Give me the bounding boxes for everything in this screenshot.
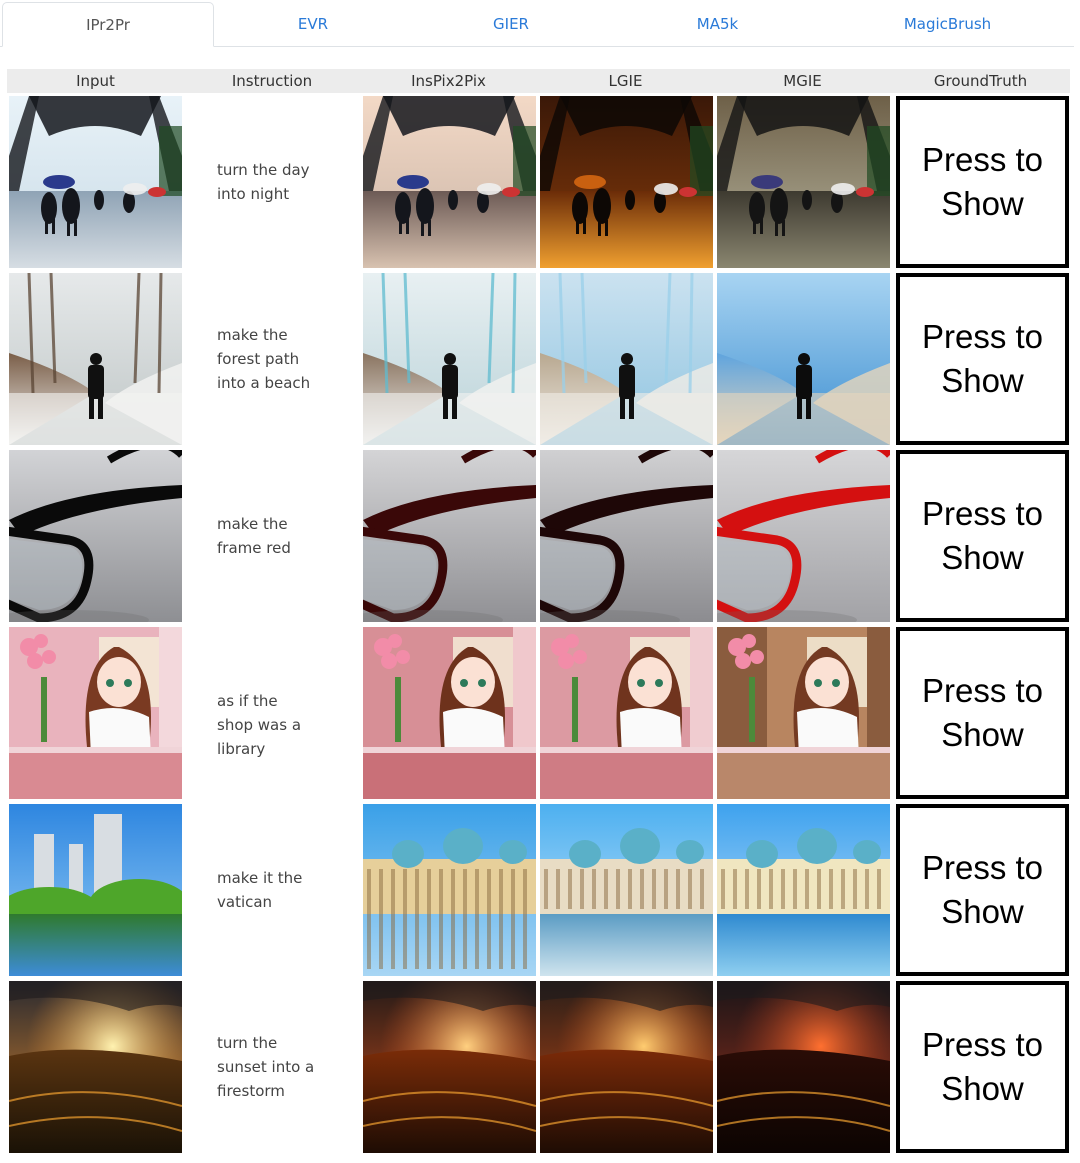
image bbox=[9, 96, 182, 268]
press-to-show-label: Press to Show bbox=[921, 672, 1044, 753]
mgie-result bbox=[717, 627, 890, 799]
instruction-text: make the forest path into a beach bbox=[217, 326, 311, 392]
tab-ipr2pr[interactable]: IPr2Pr bbox=[2, 2, 214, 47]
image bbox=[540, 273, 713, 445]
input-image bbox=[9, 96, 182, 268]
mgie-result bbox=[717, 96, 890, 268]
lgie-result bbox=[540, 450, 713, 622]
input-image bbox=[9, 981, 182, 1153]
input-image bbox=[9, 273, 182, 445]
input-image bbox=[9, 627, 182, 799]
instruction-text: make the frame red bbox=[217, 515, 291, 557]
inspix2pix-result bbox=[363, 450, 536, 622]
press-to-show-button[interactable]: Press to Show bbox=[896, 627, 1069, 799]
press-to-show-button[interactable]: Press to Show bbox=[896, 273, 1069, 445]
input-image bbox=[9, 804, 182, 976]
press-to-show-label: Press to Show bbox=[921, 141, 1044, 222]
tab-gier[interactable]: GIER bbox=[412, 2, 610, 46]
inspix2pix-result bbox=[363, 273, 536, 445]
header-inspix2pix: InsPix2Pix bbox=[411, 72, 486, 90]
image bbox=[9, 627, 182, 799]
header-mgie: MGIE bbox=[783, 72, 822, 90]
header-lgie: LGIE bbox=[608, 72, 643, 90]
instruction-text: make it the vatican bbox=[217, 869, 303, 911]
input-image bbox=[9, 450, 182, 622]
header-instruction: Instruction bbox=[231, 72, 313, 90]
press-to-show-button[interactable]: Press to Show bbox=[896, 96, 1069, 268]
press-to-show-button[interactable]: Press to Show bbox=[896, 981, 1069, 1153]
image bbox=[540, 450, 713, 622]
image bbox=[9, 273, 182, 445]
image bbox=[717, 273, 890, 445]
image bbox=[540, 627, 713, 799]
image bbox=[363, 96, 536, 268]
mgie-result bbox=[717, 450, 890, 622]
press-to-show-button[interactable]: Press to Show bbox=[896, 450, 1069, 622]
image bbox=[9, 450, 182, 622]
image bbox=[363, 627, 536, 799]
press-to-show-label: Press to Show bbox=[921, 318, 1044, 399]
inspix2pix-result bbox=[363, 981, 536, 1153]
header-input: Input bbox=[76, 72, 115, 90]
lgie-result bbox=[540, 804, 713, 976]
press-to-show-button[interactable]: Press to Show bbox=[896, 804, 1069, 976]
image bbox=[363, 804, 536, 976]
image bbox=[363, 981, 536, 1153]
image bbox=[717, 804, 890, 976]
image bbox=[540, 96, 713, 268]
tab-evr[interactable]: EVR bbox=[214, 2, 412, 46]
tab-ma5k[interactable]: MA5k bbox=[610, 2, 825, 46]
image bbox=[9, 981, 182, 1153]
press-to-show-label: Press to Show bbox=[921, 849, 1044, 930]
table-header: Input Instruction InsPix2Pix LGIE MGIE G… bbox=[7, 69, 1070, 93]
instruction-text: turn the sunset into a firestorm bbox=[217, 1034, 315, 1100]
inspix2pix-result bbox=[363, 96, 536, 268]
lgie-result bbox=[540, 273, 713, 445]
lgie-result bbox=[540, 96, 713, 268]
image bbox=[717, 981, 890, 1153]
mgie-result bbox=[717, 273, 890, 445]
press-to-show-label: Press to Show bbox=[921, 495, 1044, 576]
inspix2pix-result bbox=[363, 627, 536, 799]
dataset-tabs: IPr2Pr EVR GIER MA5k MagicBrush bbox=[0, 0, 1074, 47]
image bbox=[363, 450, 536, 622]
mgie-result bbox=[717, 804, 890, 976]
image bbox=[540, 981, 713, 1153]
image bbox=[717, 96, 890, 268]
press-to-show-label: Press to Show bbox=[921, 1026, 1044, 1107]
image bbox=[363, 273, 536, 445]
header-groundtruth: GroundTruth bbox=[933, 72, 1028, 90]
image bbox=[717, 627, 890, 799]
tab-magicbrush[interactable]: MagicBrush bbox=[825, 2, 1070, 46]
instruction-text: turn the day into night bbox=[217, 161, 310, 203]
lgie-result bbox=[540, 981, 713, 1153]
lgie-result bbox=[540, 627, 713, 799]
instruction-text: as if the shop was a library bbox=[217, 692, 302, 758]
image bbox=[9, 804, 182, 976]
mgie-result bbox=[717, 981, 890, 1153]
image bbox=[540, 804, 713, 976]
inspix2pix-result bbox=[363, 804, 536, 976]
image bbox=[717, 450, 890, 622]
